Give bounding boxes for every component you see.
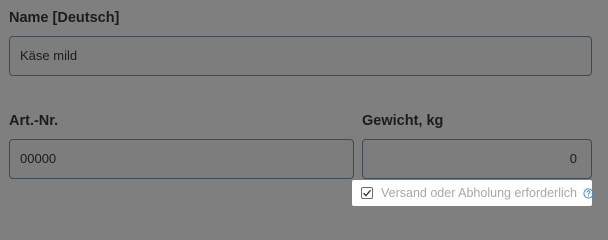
check-icon <box>363 189 372 197</box>
article-number-label: Art.-Nr. <box>9 113 59 129</box>
weight-input[interactable]: 0 <box>362 139 592 179</box>
name-input[interactable]: Käse mild <box>9 36 592 76</box>
weight-input-value: 0 <box>569 151 577 166</box>
shipping-required-option[interactable]: Versand oder Abholung erforderlich <box>352 180 594 206</box>
article-number-value: 00000 <box>20 151 57 166</box>
shipping-required-checkbox[interactable] <box>361 187 373 199</box>
weight-label: Gewicht, kg <box>362 113 444 129</box>
shipping-required-label: Versand oder Abholung erforderlich <box>381 186 577 200</box>
product-form: Name [Deutsch] Käse mild Art.-Nr. 00000 … <box>0 0 608 216</box>
name-label: Name [Deutsch] <box>9 10 120 26</box>
question-circle-icon[interactable] <box>583 187 594 199</box>
name-input-value: Käse mild <box>20 48 78 63</box>
article-number-input[interactable]: 00000 <box>9 139 354 179</box>
